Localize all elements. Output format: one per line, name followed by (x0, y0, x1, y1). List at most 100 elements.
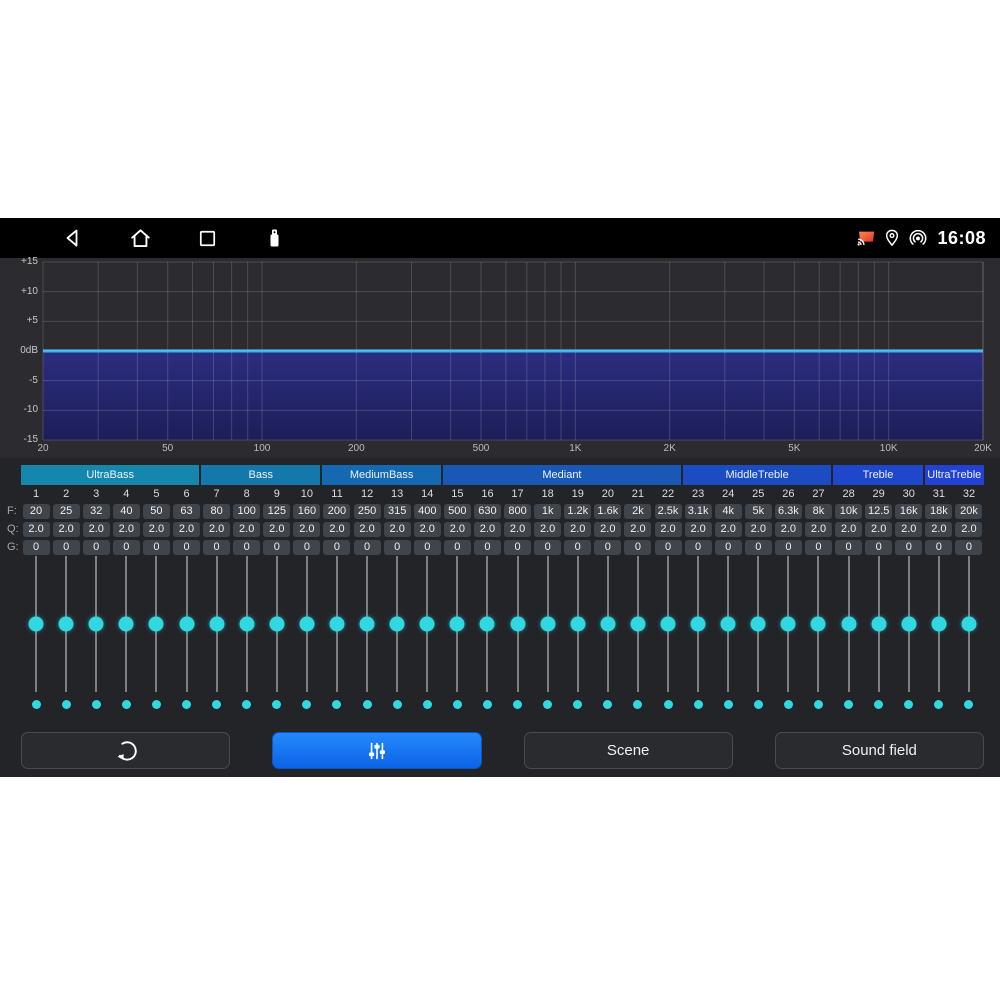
eq-gain-slider[interactable] (21, 556, 51, 692)
slider-track[interactable] (637, 556, 639, 692)
slider-handle[interactable] (450, 617, 465, 632)
slider-track[interactable] (878, 556, 880, 692)
slider-handle[interactable] (811, 617, 826, 632)
eq-gain-slider[interactable] (924, 556, 954, 692)
eq-gain-slider[interactable] (81, 556, 111, 692)
slider-handle[interactable] (510, 617, 525, 632)
slider-handle[interactable] (600, 617, 615, 632)
slider-handle[interactable] (630, 617, 645, 632)
eq-gain-slider[interactable] (292, 556, 322, 692)
slider-track[interactable] (817, 556, 819, 692)
slider-handle[interactable] (329, 617, 344, 632)
slider-track[interactable] (216, 556, 218, 692)
slider-handle[interactable] (299, 617, 314, 632)
slider-track[interactable] (697, 556, 699, 692)
slider-handle[interactable] (901, 617, 916, 632)
slider-handle[interactable] (570, 617, 585, 632)
eq-gain-slider[interactable] (713, 556, 743, 692)
eq-gain-slider[interactable] (623, 556, 653, 692)
back-button[interactable] (60, 225, 86, 251)
slider-track[interactable] (727, 556, 729, 692)
usb-device-button[interactable] (261, 225, 287, 251)
slider-track[interactable] (95, 556, 97, 692)
eq-gain-slider[interactable] (773, 556, 803, 692)
slider-track[interactable] (426, 556, 428, 692)
eq-gain-slider[interactable] (503, 556, 533, 692)
slider-track[interactable] (396, 556, 398, 692)
slider-handle[interactable] (871, 617, 886, 632)
eq-gain-slider[interactable] (653, 556, 683, 692)
slider-track[interactable] (336, 556, 338, 692)
slider-handle[interactable] (390, 617, 405, 632)
eq-gain-slider[interactable] (533, 556, 563, 692)
slider-track[interactable] (155, 556, 157, 692)
recents-button[interactable] (194, 225, 220, 251)
eq-gain-slider[interactable] (442, 556, 472, 692)
slider-handle[interactable] (149, 617, 164, 632)
slider-track[interactable] (757, 556, 759, 692)
slider-track[interactable] (246, 556, 248, 692)
eq-gain-slider[interactable] (171, 556, 201, 692)
slider-handle[interactable] (29, 617, 44, 632)
eq-gain-slider[interactable] (803, 556, 833, 692)
slider-track[interactable] (517, 556, 519, 692)
eq-gain-slider[interactable] (954, 556, 984, 692)
slider-track[interactable] (486, 556, 488, 692)
eq-gain-slider[interactable] (593, 556, 623, 692)
slider-track[interactable] (65, 556, 67, 692)
slider-track[interactable] (456, 556, 458, 692)
slider-handle[interactable] (360, 617, 375, 632)
slider-track[interactable] (968, 556, 970, 692)
scene-button[interactable]: Scene (524, 732, 733, 769)
home-button[interactable] (127, 225, 153, 251)
eq-gain-slider[interactable] (382, 556, 412, 692)
slider-handle[interactable] (239, 617, 254, 632)
slider-handle[interactable] (931, 617, 946, 632)
equalizer-button[interactable] (272, 732, 481, 769)
slider-track[interactable] (908, 556, 910, 692)
slider-handle[interactable] (751, 617, 766, 632)
slider-track[interactable] (547, 556, 549, 692)
eq-gain-slider[interactable] (683, 556, 713, 692)
eq-gain-slider[interactable] (864, 556, 894, 692)
slider-track[interactable] (366, 556, 368, 692)
slider-handle[interactable] (119, 617, 134, 632)
eq-gain-slider[interactable] (563, 556, 593, 692)
slider-handle[interactable] (480, 617, 495, 632)
eq-gain-slider[interactable] (743, 556, 773, 692)
eq-gain-slider[interactable] (232, 556, 262, 692)
slider-handle[interactable] (179, 617, 194, 632)
slider-handle[interactable] (209, 617, 224, 632)
slider-handle[interactable] (540, 617, 555, 632)
eq-gain-slider[interactable] (141, 556, 171, 692)
slider-handle[interactable] (841, 617, 856, 632)
slider-handle[interactable] (59, 617, 74, 632)
reset-button[interactable] (21, 732, 230, 769)
slider-track[interactable] (276, 556, 278, 692)
slider-track[interactable] (125, 556, 127, 692)
slider-track[interactable] (667, 556, 669, 692)
eq-gain-slider[interactable] (412, 556, 442, 692)
slider-track[interactable] (577, 556, 579, 692)
slider-handle[interactable] (89, 617, 104, 632)
slider-handle[interactable] (961, 617, 976, 632)
slider-track[interactable] (306, 556, 308, 692)
eq-gain-slider[interactable] (262, 556, 292, 692)
slider-handle[interactable] (269, 617, 284, 632)
slider-track[interactable] (186, 556, 188, 692)
eq-gain-slider[interactable] (202, 556, 232, 692)
slider-track[interactable] (848, 556, 850, 692)
eq-gain-slider[interactable] (51, 556, 81, 692)
eq-gain-slider[interactable] (894, 556, 924, 692)
slider-handle[interactable] (420, 617, 435, 632)
slider-track[interactable] (607, 556, 609, 692)
slider-track[interactable] (787, 556, 789, 692)
slider-track[interactable] (35, 556, 37, 692)
eq-gain-slider[interactable] (322, 556, 352, 692)
slider-track[interactable] (938, 556, 940, 692)
slider-handle[interactable] (721, 617, 736, 632)
eq-gain-slider[interactable] (834, 556, 864, 692)
sound-field-button[interactable]: Sound field (775, 732, 984, 769)
eq-gain-slider[interactable] (472, 556, 502, 692)
eq-gain-slider[interactable] (352, 556, 382, 692)
